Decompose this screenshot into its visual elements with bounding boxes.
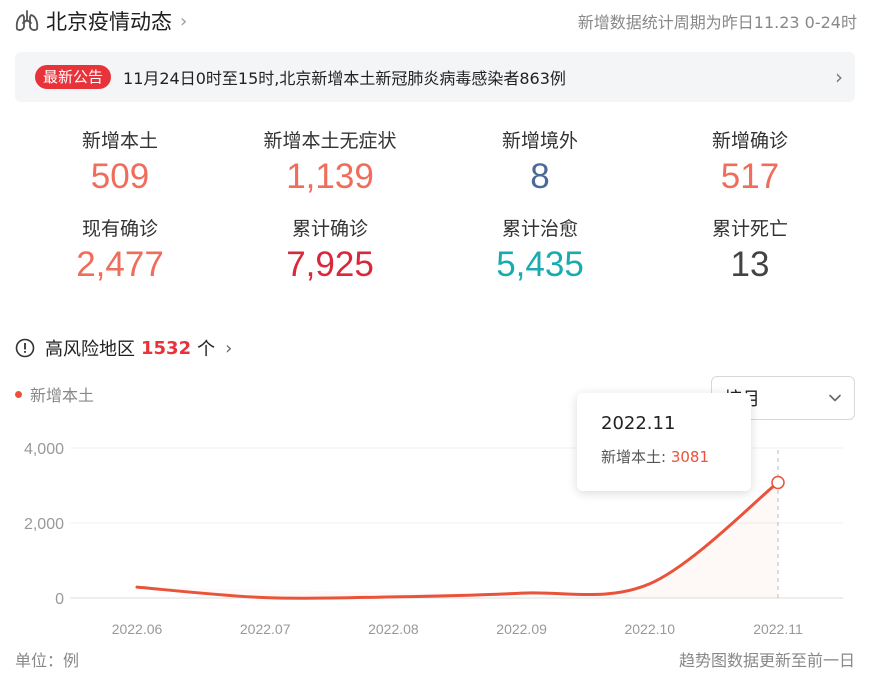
stat-new-local-asymptomatic: 新增本土无症状 1,139 (225, 128, 435, 200)
stat-label: 累计确诊 (291, 218, 368, 240)
stat-value: 509 (90, 157, 150, 196)
x-tick-label: 2022.10 (624, 621, 675, 637)
chart-legend[interactable]: 新增本土 (15, 382, 94, 406)
risk-label: 高风险地区 (45, 339, 135, 360)
stat-label: 新增本土无症状 (263, 130, 397, 152)
tooltip-series: 新增本土: (601, 448, 667, 466)
stat-label: 累计死亡 (711, 218, 788, 240)
stat-value: 1,139 (286, 157, 374, 196)
y-tick-label: 2,000 (24, 516, 64, 533)
tooltip-title: 2022.11 (601, 413, 676, 434)
page-title[interactable]: 北京疫情动态 (46, 6, 172, 36)
x-tick-label: 2022.11 (753, 621, 803, 637)
stats-period: 新增数据统计周期为昨日11.23 0-24时 (577, 13, 857, 32)
stat-total-confirmed: 累计确诊 7,925 (225, 216, 435, 288)
x-tick-label: 2022.06 (112, 621, 163, 637)
stat-new-imported: 新增境外 8 (435, 128, 645, 200)
stat-new-local: 新增本土 509 (15, 128, 225, 200)
area-fill (137, 482, 778, 599)
notice-text: 11月24日0时至15时,北京新增本土新冠肺炎病毒感染者863例 (123, 69, 566, 88)
tooltip-value: 3081 (670, 448, 710, 466)
stat-value: 8 (530, 157, 550, 196)
stat-total-deaths: 累计死亡 13 (645, 216, 855, 288)
lung-icon (15, 10, 39, 31)
latest-notice-bar[interactable]: 最新公告 11月24日0时至15时,北京新增本土新冠肺炎病毒感染者863例 › (15, 52, 855, 102)
stat-label: 新增本土 (81, 130, 158, 152)
stat-label: 现有确诊 (81, 218, 158, 240)
chart-tooltip: 2022.11 新增本土: 3081 (577, 393, 751, 491)
risk-count: 1532 (141, 337, 192, 359)
update-note: 趋势图数据更新至前一日 (678, 651, 855, 670)
legend-label: 新增本土 (30, 386, 95, 405)
stats-grid: 新增本土 509 新增本土无症状 1,139 新增境外 8 新增确诊 517 现… (15, 128, 855, 288)
chevron-right-icon: › (225, 337, 233, 359)
stat-value: 13 (730, 245, 770, 284)
x-tick-label: 2022.07 (240, 621, 291, 637)
stat-label: 新增确诊 (711, 130, 788, 152)
y-tick-label: 4,000 (24, 441, 64, 458)
stat-current-confirmed: 现有确诊 2,477 (15, 216, 225, 288)
highlight-point (771, 475, 785, 490)
unit-label: 单位：例 (15, 651, 80, 670)
chevron-right-icon: › (835, 65, 843, 89)
x-tick-label: 2022.08 (368, 621, 419, 637)
stat-new-confirmed: 新增确诊 517 (645, 128, 855, 200)
chevron-right-icon[interactable]: › (180, 11, 187, 32)
chevron-down-icon (829, 394, 841, 402)
stat-value: 517 (720, 157, 780, 196)
stat-value: 2,477 (76, 245, 164, 284)
stat-value: 7,925 (286, 245, 374, 284)
legend-dot (15, 390, 22, 398)
notice-badge: 最新公告 (35, 65, 112, 89)
header: 北京疫情动态 › 新增数据统计周期为昨日11.23 0-24时 (14, 6, 857, 36)
y-tick-label: 0 (55, 591, 64, 608)
stat-total-cured: 累计治愈 5,435 (435, 216, 645, 288)
risk-unit: 个 (197, 339, 216, 360)
stat-label: 累计治愈 (501, 218, 578, 240)
stat-value: 5,435 (496, 245, 584, 284)
x-tick-label: 2022.09 (496, 621, 547, 637)
info-circle-icon (15, 338, 35, 358)
tooltip-row: 新增本土: 3081 (601, 446, 751, 467)
high-risk-areas-link[interactable]: 高风险地区 1532 个 › (15, 333, 232, 363)
stat-label: 新增境外 (501, 130, 578, 152)
